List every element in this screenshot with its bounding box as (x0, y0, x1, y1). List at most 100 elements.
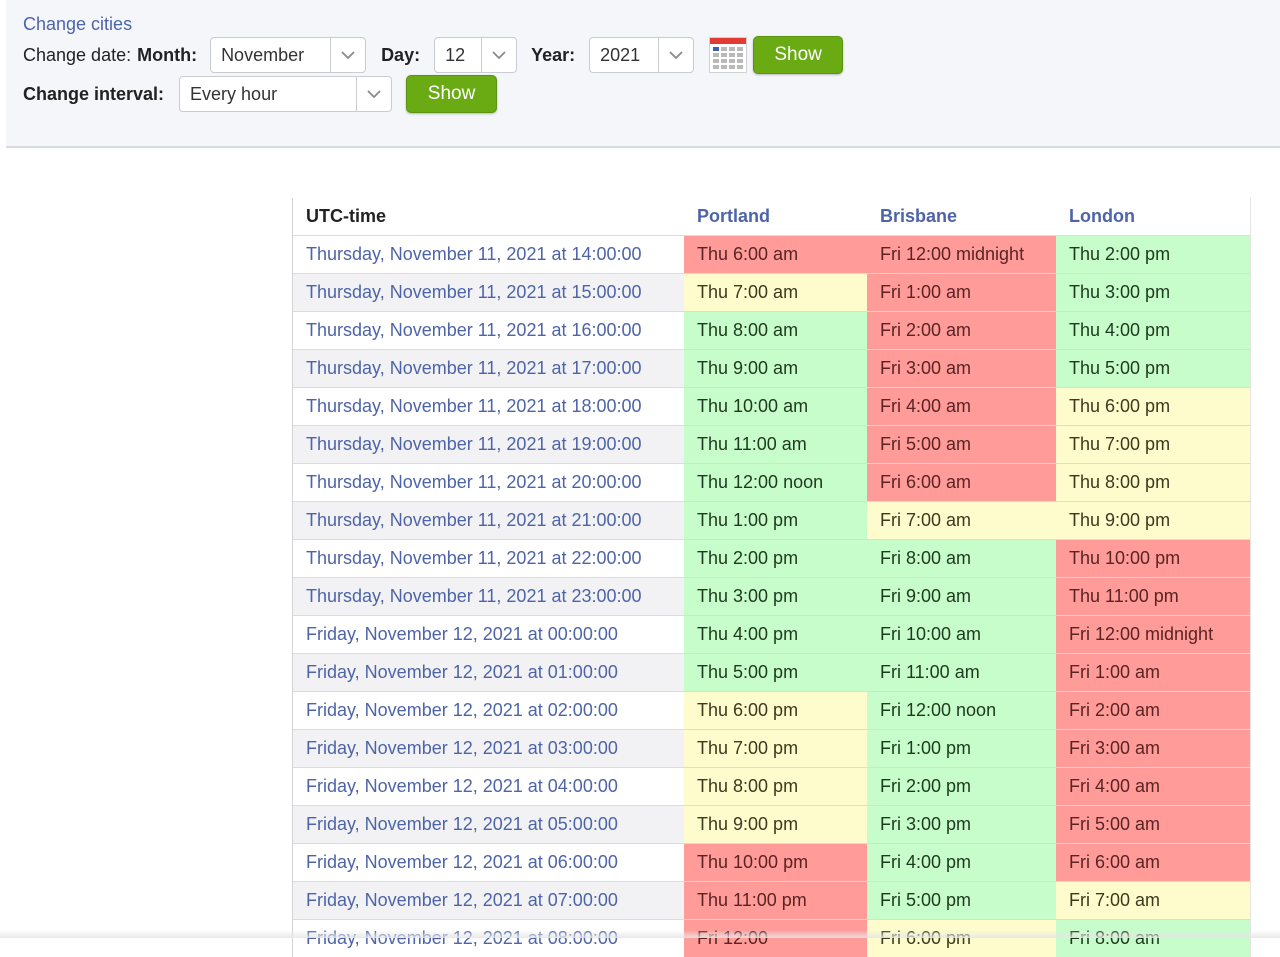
show-interval-button[interactable]: Show (406, 75, 497, 113)
local-time-london: Thu 8:00 pm (1056, 464, 1250, 502)
header-city-portland[interactable]: Portland (684, 198, 867, 236)
day-select[interactable]: 12 (434, 37, 517, 73)
table-row: Friday, November 12, 2021 at 06:00:00Thu… (293, 844, 1250, 882)
utc-time-link[interactable]: Friday, November 12, 2021 at 03:00:00 (293, 730, 684, 768)
month-select[interactable]: November (210, 37, 366, 73)
table-row: Friday, November 12, 2021 at 08:00:00Fri… (293, 920, 1250, 957)
year-select[interactable]: 2021 (589, 37, 694, 73)
utc-time-link[interactable]: Friday, November 12, 2021 at 01:00:00 (293, 654, 684, 692)
time-conversion-table: UTC-time Portland Brisbane London Thursd… (292, 198, 1251, 957)
local-time-brisbane: Fri 9:00 am (867, 578, 1056, 616)
table-row: Friday, November 12, 2021 at 04:00:00Thu… (293, 768, 1250, 806)
local-time-portland: Thu 8:00 pm (684, 768, 867, 806)
local-time-brisbane: Fri 3:00 am (867, 350, 1056, 388)
local-time-portland: Thu 5:00 pm (684, 654, 867, 692)
local-time-london: Thu 6:00 pm (1056, 388, 1250, 426)
table-row: Thursday, November 11, 2021 at 17:00:00T… (293, 350, 1250, 388)
header-city-london[interactable]: London (1056, 198, 1250, 236)
utc-time-link[interactable]: Thursday, November 11, 2021 at 21:00:00 (293, 502, 684, 540)
local-time-portland: Thu 1:00 pm (684, 502, 867, 540)
change-cities-link[interactable]: Change cities (23, 14, 132, 35)
year-select-value: 2021 (590, 38, 658, 72)
local-time-brisbane: Fri 1:00 am (867, 274, 1056, 312)
local-time-london: Fri 3:00 am (1056, 730, 1250, 768)
table-row: Thursday, November 11, 2021 at 18:00:00T… (293, 388, 1250, 426)
table-row: Friday, November 12, 2021 at 03:00:00Thu… (293, 730, 1250, 768)
local-time-london: Fri 4:00 am (1056, 768, 1250, 806)
local-time-brisbane: Fri 2:00 am (867, 312, 1056, 350)
local-time-brisbane: Fri 11:00 am (867, 654, 1056, 692)
utc-time-link[interactable]: Thursday, November 11, 2021 at 15:00:00 (293, 274, 684, 312)
local-time-brisbane: Fri 1:00 pm (867, 730, 1056, 768)
local-time-portland: Thu 12:00 noon (684, 464, 867, 502)
day-select-value: 12 (435, 38, 481, 72)
utc-time-link[interactable]: Thursday, November 11, 2021 at 18:00:00 (293, 388, 684, 426)
local-time-london: Thu 2:00 pm (1056, 236, 1250, 274)
local-time-brisbane: Fri 6:00 am (867, 464, 1056, 502)
utc-time-link[interactable]: Thursday, November 11, 2021 at 14:00:00 (293, 236, 684, 274)
local-time-portland: Thu 4:00 pm (684, 616, 867, 654)
local-time-london: Fri 6:00 am (1056, 844, 1250, 882)
local-time-portland: Thu 7:00 pm (684, 730, 867, 768)
local-time-portland: Thu 2:00 pm (684, 540, 867, 578)
chevron-down-icon (658, 38, 693, 72)
local-time-london: Thu 5:00 pm (1056, 350, 1250, 388)
calendar-picker-button[interactable] (709, 37, 747, 73)
local-time-portland: Thu 9:00 pm (684, 806, 867, 844)
utc-time-link[interactable]: Thursday, November 11, 2021 at 19:00:00 (293, 426, 684, 464)
utc-time-link[interactable]: Friday, November 12, 2021 at 02:00:00 (293, 692, 684, 730)
change-date-row: Change date: Month: November Day: 12 Yea… (23, 36, 843, 74)
local-time-portland: Thu 11:00 pm (684, 882, 867, 920)
table-row: Thursday, November 11, 2021 at 23:00:00T… (293, 578, 1250, 616)
table-row: Thursday, November 11, 2021 at 20:00:00T… (293, 464, 1250, 502)
local-time-portland: Thu 7:00 am (684, 274, 867, 312)
utc-time-link[interactable]: Thursday, November 11, 2021 at 20:00:00 (293, 464, 684, 502)
utc-time-link[interactable]: Friday, November 12, 2021 at 06:00:00 (293, 844, 684, 882)
table-row: Friday, November 12, 2021 at 07:00:00Thu… (293, 882, 1250, 920)
utc-time-link[interactable]: Friday, November 12, 2021 at 07:00:00 (293, 882, 684, 920)
table-row: Thursday, November 11, 2021 at 22:00:00T… (293, 540, 1250, 578)
change-interval-label: Change interval: (23, 84, 164, 104)
show-date-button[interactable]: Show (753, 36, 843, 74)
local-time-portland: Fri 12:00 (684, 920, 867, 957)
day-label: Day: (381, 45, 420, 65)
utc-time-link[interactable]: Friday, November 12, 2021 at 00:00:00 (293, 616, 684, 654)
local-time-brisbane: Fri 12:00 noon (867, 692, 1056, 730)
utc-time-link[interactable]: Thursday, November 11, 2021 at 23:00:00 (293, 578, 684, 616)
local-time-london: Thu 9:00 pm (1056, 502, 1250, 540)
month-select-value: November (211, 38, 330, 72)
local-time-london: Fri 2:00 am (1056, 692, 1250, 730)
month-label: Month: (137, 45, 197, 65)
chevron-down-icon (330, 38, 365, 72)
local-time-portland: Thu 8:00 am (684, 312, 867, 350)
table-row: Friday, November 12, 2021 at 05:00:00Thu… (293, 806, 1250, 844)
local-time-portland: Thu 11:00 am (684, 426, 867, 464)
local-time-london: Fri 12:00 midnight (1056, 616, 1250, 654)
change-date-label: Change date: (23, 45, 131, 66)
local-time-brisbane: Fri 5:00 pm (867, 882, 1056, 920)
utc-time-link[interactable]: Friday, November 12, 2021 at 05:00:00 (293, 806, 684, 844)
utc-time-link[interactable]: Friday, November 12, 2021 at 04:00:00 (293, 768, 684, 806)
local-time-london: Thu 7:00 pm (1056, 426, 1250, 464)
header-city-brisbane[interactable]: Brisbane (867, 198, 1056, 236)
local-time-london: Thu 3:00 pm (1056, 274, 1250, 312)
local-time-brisbane: Fri 2:00 pm (867, 768, 1056, 806)
interval-select[interactable]: Every hour (179, 76, 392, 112)
local-time-portland: Thu 10:00 am (684, 388, 867, 426)
local-time-portland: Thu 9:00 am (684, 350, 867, 388)
table-row: Thursday, November 11, 2021 at 19:00:00T… (293, 426, 1250, 464)
bottom-edge (0, 930, 1280, 938)
utc-time-link[interactable]: Thursday, November 11, 2021 at 16:00:00 (293, 312, 684, 350)
local-time-london: Fri 1:00 am (1056, 654, 1250, 692)
table-header-row: UTC-time Portland Brisbane London (293, 198, 1250, 236)
utc-time-link[interactable]: Thursday, November 11, 2021 at 22:00:00 (293, 540, 684, 578)
chevron-down-icon (481, 38, 516, 72)
utc-time-link[interactable]: Thursday, November 11, 2021 at 17:00:00 (293, 350, 684, 388)
local-time-london: Fri 8:00 am (1056, 920, 1250, 957)
controls-panel: Change cities Change date: Month: Novemb… (6, 0, 1280, 148)
local-time-portland: Thu 3:00 pm (684, 578, 867, 616)
year-label: Year: (531, 45, 575, 65)
utc-time-link[interactable]: Friday, November 12, 2021 at 08:00:00 (293, 920, 684, 957)
local-time-brisbane: Fri 4:00 pm (867, 844, 1056, 882)
local-time-london: Fri 7:00 am (1056, 882, 1250, 920)
